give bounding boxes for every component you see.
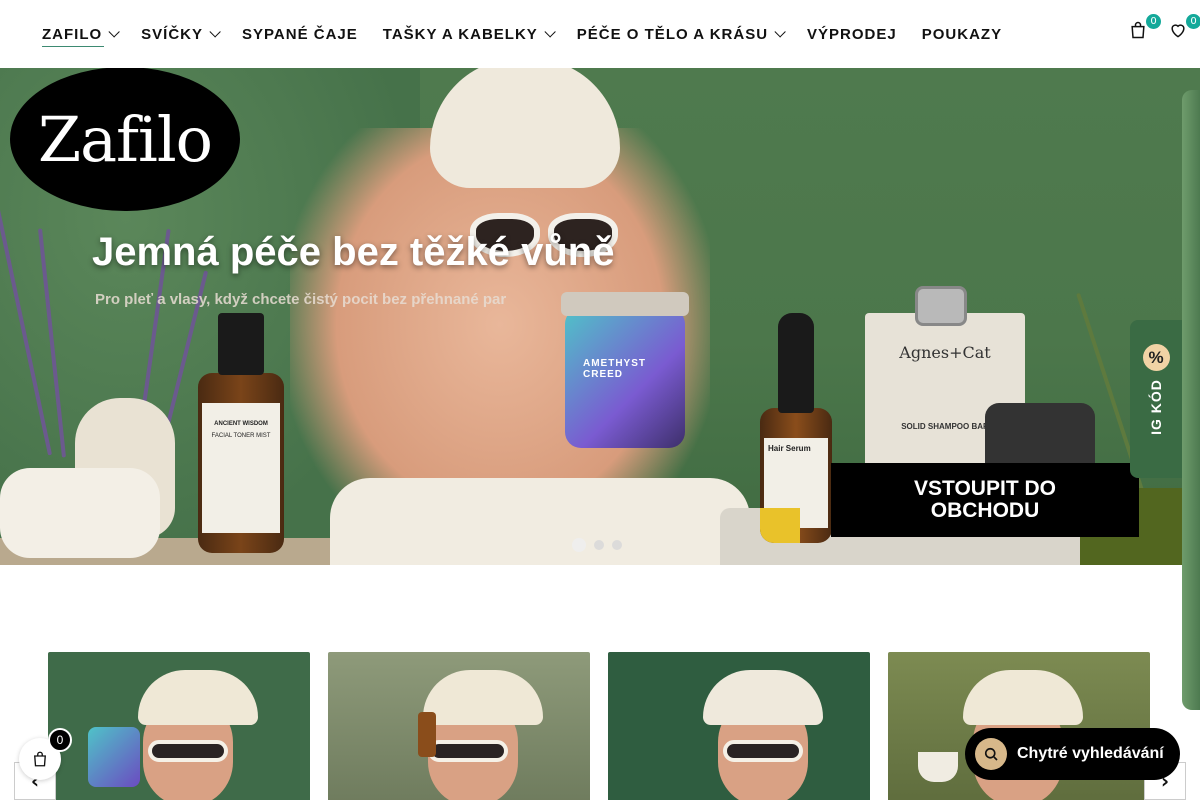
shopping-bag-icon	[1131, 21, 1145, 39]
nav-item-label: SVÍČKY	[141, 25, 204, 43]
head-towel-image	[430, 68, 620, 188]
chevron-down-icon	[774, 26, 786, 38]
product-jar-image	[88, 727, 140, 787]
site-header: ZAFILO SVÍČKY SYPANÉ ČAJE TAŠKY A KABELK…	[0, 0, 1200, 68]
percent-icon: %	[1142, 344, 1170, 371]
smart-search-button[interactable]: Chytré vyhledávání	[965, 728, 1180, 780]
serum-bottle-image: Hair Serum	[760, 313, 832, 543]
chevron-down-icon	[209, 26, 221, 38]
nav-item-label: TAŠKY A KABELKY	[382, 25, 538, 43]
jar-product-image: AMETHYST CREED	[561, 292, 689, 448]
smart-search-label: Chytré vyhledávání	[1017, 745, 1164, 762]
nav-item-poukazy[interactable]: POUKAZY	[922, 0, 1002, 68]
promo-code-tab[interactable]: % IG KÓD	[1130, 320, 1182, 478]
nav-item-vyprodej[interactable]: VÝPRODEJ	[807, 0, 897, 68]
hero-subtitle: Pro pleť a vlasy, když chcete čistý poci…	[95, 291, 507, 308]
search-icon	[975, 738, 1007, 770]
slider-dots	[572, 538, 622, 552]
chevron-down-icon	[544, 26, 556, 38]
toner-bottle-image: ANCIENT WISDOM FACIAL TONER MIST	[198, 313, 284, 553]
header-icons: 0 0	[1128, 14, 1200, 44]
nav-item-label: SYPANÉ ČAJE	[242, 25, 358, 43]
slider-dot[interactable]	[612, 540, 622, 550]
shopping-bag-icon	[34, 751, 46, 767]
slider-dot[interactable]	[594, 540, 604, 550]
logo-text: Zafilo	[38, 102, 213, 176]
enter-shop-button[interactable]: VSTOUPIT DO OBCHODU	[831, 463, 1139, 537]
promo-code-label: IG KÓD	[1148, 379, 1164, 435]
wishlist-count-badge: 0	[1186, 14, 1200, 29]
product-card[interactable]	[328, 652, 590, 800]
binder-clip-image	[915, 286, 967, 326]
nav-item-pece-o-telo[interactable]: PÉČE O TĚLO A KRÁSU	[576, 0, 786, 68]
side-panel-edge[interactable]	[1182, 90, 1200, 710]
chevron-down-icon	[108, 26, 120, 38]
shampoo-brand-label: Agnes+Cat	[899, 343, 991, 362]
teacup-image	[918, 752, 958, 782]
nav-item-tasky-a-kabelky[interactable]: TAŠKY A KABELKY	[382, 0, 556, 68]
main-nav: ZAFILO SVÍČKY SYPANÉ ČAJE TAŠKY A KABELK…	[0, 0, 1027, 68]
nav-item-zafilo[interactable]: ZAFILO	[42, 0, 120, 68]
heart-icon	[1171, 24, 1185, 38]
serum-label: Hair Serum	[768, 444, 811, 453]
nav-item-label: POUKAZY	[921, 25, 1003, 43]
product-card[interactable]	[48, 652, 310, 800]
wishlist-button[interactable]: 0	[1168, 14, 1200, 44]
nav-item-label: ZAFILO	[42, 25, 103, 43]
product-bottle-image	[418, 712, 436, 757]
hero-title: Jemná péče bez těžké vůně	[92, 230, 615, 274]
product-brand-label: ANCIENT WISDOM	[214, 421, 268, 427]
nav-item-svicky[interactable]: SVÍČKY	[141, 0, 221, 68]
nav-item-label: VÝPRODEJ	[807, 25, 897, 43]
nav-item-sypane-caje[interactable]: SYPANÉ ČAJE	[242, 0, 358, 68]
body-towel-image	[330, 478, 750, 565]
site-logo[interactable]: Zafilo	[10, 67, 240, 211]
floating-cart-count: 0	[48, 728, 72, 752]
product-card[interactable]	[608, 652, 870, 800]
cart-count-badge: 0	[1146, 14, 1161, 29]
nav-item-label: PÉČE O TĚLO A KRÁSU	[576, 25, 769, 43]
page: ZAFILO SVÍČKY SYPANÉ ČAJE TAŠKY A KABELK…	[0, 0, 1200, 800]
cart-button[interactable]: 0	[1128, 14, 1161, 44]
towel-image	[0, 468, 160, 558]
slider-dot[interactable]	[572, 538, 586, 552]
product-name-label: FACIAL TONER MIST	[211, 433, 271, 439]
jar-label: AMETHYST CREED	[583, 358, 646, 380]
